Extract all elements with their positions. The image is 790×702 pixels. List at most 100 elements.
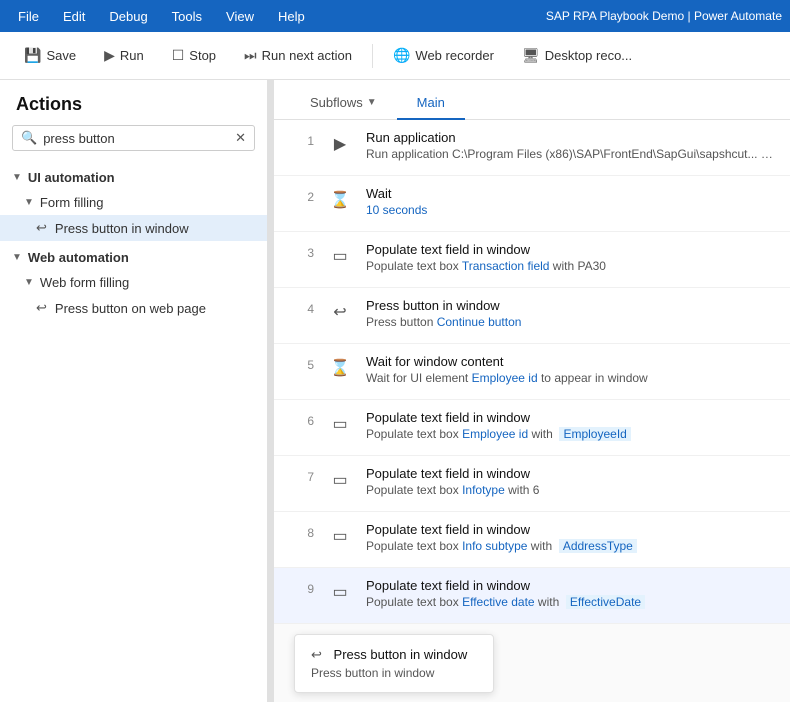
step-desc-6: Populate text box Employee id with Emplo… (366, 427, 774, 441)
web-recorder-button[interactable]: 🌐 Web recorder (381, 41, 506, 70)
menu-debug[interactable]: Debug (99, 5, 157, 28)
chevron-ui-automation: ▼ (12, 172, 22, 183)
menu-file[interactable]: File (8, 5, 49, 28)
flow-step-7[interactable]: 7 ▭ Populate text field in window Popula… (274, 456, 790, 512)
run-next-button[interactable]: ⏭ Run next action (232, 41, 364, 70)
flow-step-1[interactable]: 1 ▶ Run application Run application C:\P… (274, 120, 790, 176)
tree-header-ui-automation[interactable]: ▼ UI automation (0, 165, 267, 190)
tab-main-label: Main (417, 95, 445, 110)
step-title-3: Populate text field in window (366, 242, 774, 257)
run-next-icon: ⏭ (244, 47, 257, 64)
step-content-2: Wait 10 seconds (366, 186, 774, 217)
search-box: 🔍 ✕ (12, 125, 255, 151)
step-content-7: Populate text field in window Populate t… (366, 466, 774, 497)
chevron-form-filling: ▼ (24, 197, 34, 208)
step-desc-3: Populate text box Transaction field with… (366, 259, 774, 273)
step-number-8: 8 (290, 522, 314, 540)
tree-header-web-form-filling[interactable]: ▼ Web form filling (0, 270, 267, 295)
step-title-7: Populate text field in window (366, 466, 774, 481)
run-button[interactable]: ▶ Run (92, 41, 156, 70)
toolbar: 💾 Save ▶ Run ☐ Stop ⏭ Run next action 🌐 … (0, 32, 790, 80)
flow-content: 1 ▶ Run application Run application C:\P… (274, 120, 790, 702)
web-recorder-icon: 🌐 (393, 47, 410, 64)
step-icon-2: ⌛ (326, 186, 354, 214)
flow-step-9[interactable]: 9 ▭ Populate text field in window Popula… (274, 568, 790, 624)
step-number-6: 6 (290, 410, 314, 428)
floating-card-container: ↩ Press button in window Press button in… (274, 624, 790, 702)
step-desc-4: Press button Continue button (366, 315, 774, 329)
flow-step-4[interactable]: 4 ↩ Press button in window Press button … (274, 288, 790, 344)
content-area: Subflows ▼ Main 1 ▶ Run application Run … (274, 80, 790, 702)
chevron-web-form-filling: ▼ (24, 277, 34, 288)
step-desc-2: 10 seconds (366, 203, 774, 217)
step-number-5: 5 (290, 354, 314, 372)
tree-item-label-press-button-in-window: Press button in window (55, 221, 189, 236)
desktop-recorder-icon: 🖥 (522, 47, 540, 64)
tree-label-form-filling: Form filling (40, 195, 104, 210)
clear-icon[interactable]: ✕ (235, 130, 246, 146)
search-icon: 🔍 (21, 130, 37, 146)
desktop-recorder-button[interactable]: 🖥 Desktop reco... (510, 41, 644, 70)
step-icon-6: ▭ (326, 410, 354, 438)
menu-edit[interactable]: Edit (53, 5, 95, 28)
step-number-1: 1 (290, 130, 314, 148)
step-content-3: Populate text field in window Populate t… (366, 242, 774, 273)
tree-item-press-button-in-window[interactable]: ↩ Press button in window (0, 215, 267, 241)
app-title: SAP RPA Playbook Demo | Power Automate (546, 9, 782, 23)
flow-step-8[interactable]: 8 ▭ Populate text field in window Popula… (274, 512, 790, 568)
stop-icon: ☐ (172, 47, 185, 64)
tab-subflows[interactable]: Subflows ▼ (290, 87, 397, 120)
tree-nav: ▼ UI automation ▼ Form filling ↩ Press b… (0, 163, 267, 702)
search-input[interactable] (43, 131, 235, 146)
step-icon-8: ▭ (326, 522, 354, 550)
step-number-2: 2 (290, 186, 314, 204)
tree-section-ui-automation: ▼ UI automation ▼ Form filling ↩ Press b… (0, 163, 267, 243)
floating-card-icon: ↩ (311, 647, 322, 662)
toolbar-separator (372, 44, 373, 68)
web-press-button-icon: ↩ (36, 300, 47, 316)
tree-label-web-form-filling: Web form filling (40, 275, 129, 290)
step-number-4: 4 (290, 298, 314, 316)
floating-card[interactable]: ↩ Press button in window Press button in… (294, 634, 494, 693)
press-button-icon: ↩ (36, 220, 47, 236)
flow-step-3[interactable]: 3 ▭ Populate text field in window Popula… (274, 232, 790, 288)
step-number-7: 7 (290, 466, 314, 484)
step-content-8: Populate text field in window Populate t… (366, 522, 774, 553)
step-desc-1: Run application C:\Program Files (x86)\S… (366, 147, 774, 161)
floating-card-desc: Press button in window (311, 666, 477, 680)
step-icon-7: ▭ (326, 466, 354, 494)
step-icon-4: ↩ (326, 298, 354, 326)
menu-bar: File Edit Debug Tools View Help SAP RPA … (0, 0, 790, 32)
menu-help[interactable]: Help (268, 5, 315, 28)
stop-button[interactable]: ☐ Stop (160, 41, 228, 70)
step-icon-9: ▭ (326, 578, 354, 606)
tree-header-web-automation[interactable]: ▼ Web automation (0, 245, 267, 270)
step-title-6: Populate text field in window (366, 410, 774, 425)
step-content-1: Run application Run application C:\Progr… (366, 130, 774, 161)
step-icon-1: ▶ (326, 130, 354, 158)
step-content-5: Wait for window content Wait for UI elem… (366, 354, 774, 385)
step-content-4: Press button in window Press button Cont… (366, 298, 774, 329)
tree-item-press-button-on-web-page[interactable]: ↩ Press button on web page (0, 295, 267, 321)
step-desc-8: Populate text box Info subtype with Addr… (366, 539, 774, 553)
chevron-subflows: ▼ (367, 97, 377, 108)
menu-view[interactable]: View (216, 5, 264, 28)
tab-subflows-label: Subflows (310, 95, 363, 110)
run-icon: ▶ (104, 47, 115, 64)
step-title-8: Populate text field in window (366, 522, 774, 537)
tab-main[interactable]: Main (397, 87, 465, 120)
tree-header-form-filling[interactable]: ▼ Form filling (0, 190, 267, 215)
menu-tools[interactable]: Tools (162, 5, 212, 28)
flow-step-6[interactable]: 6 ▭ Populate text field in window Popula… (274, 400, 790, 456)
tree-label-ui-automation: UI automation (28, 170, 115, 185)
step-content-9: Populate text field in window Populate t… (366, 578, 774, 609)
save-button[interactable]: 💾 Save (12, 41, 88, 70)
step-desc-9: Populate text box Effective date with Ef… (366, 595, 774, 609)
step-desc-5: Wait for UI element Employee id to appea… (366, 371, 774, 385)
flow-step-5[interactable]: 5 ⌛ Wait for window content Wait for UI … (274, 344, 790, 400)
flow-step-2[interactable]: 2 ⌛ Wait 10 seconds (274, 176, 790, 232)
sidebar-title: Actions (0, 80, 267, 125)
step-title-4: Press button in window (366, 298, 774, 313)
step-number-9: 9 (290, 578, 314, 596)
step-title-1: Run application (366, 130, 774, 145)
